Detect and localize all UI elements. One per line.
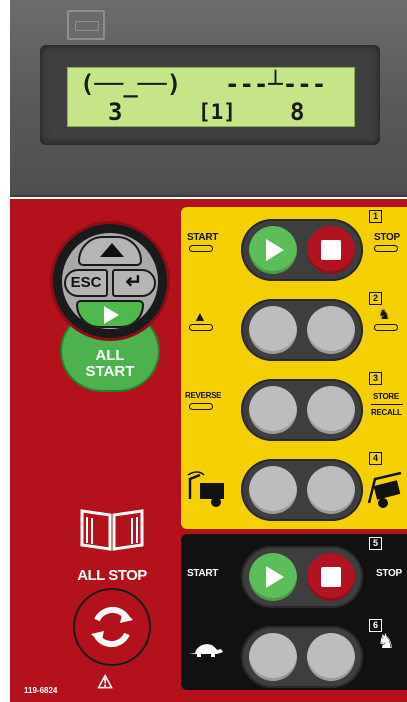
fast-button[interactable] — [307, 633, 355, 681]
belt-icon — [189, 245, 213, 252]
lcd-line1-left: (──_──) — [80, 70, 182, 98]
reverse-button[interactable] — [249, 386, 297, 434]
group-number-5: 5 — [369, 537, 382, 550]
part-code: 119-6824 — [24, 686, 58, 695]
start-button[interactable] — [249, 226, 297, 274]
lcd-value-right: 8 — [290, 98, 305, 126]
belt-icon — [189, 403, 213, 410]
trailer-lower-icon — [187, 471, 224, 507]
reverse-label: REVERSE — [185, 391, 222, 400]
stop-button[interactable] — [307, 226, 355, 274]
rabbit-icon: ♞ — [377, 631, 395, 653]
store-label: STORE — [373, 392, 399, 401]
up-arrow-button[interactable] — [78, 236, 142, 266]
rotate-arrows-icon — [91, 606, 133, 648]
display-housing: (──_──) ---┴--- 3 [1] 8 — [10, 0, 407, 197]
lcd-display: (──_──) ---┴--- 3 [1] 8 — [67, 67, 355, 127]
group-number-1: 1 — [369, 210, 382, 223]
store-recall-button[interactable] — [307, 386, 355, 434]
stop-label: STOP — [376, 568, 402, 579]
button-pair-4 — [241, 459, 363, 521]
warning-icon: ⚠ — [97, 672, 114, 692]
turtle-icon: ▲ — [193, 308, 207, 324]
group-number-4: 4 — [369, 452, 382, 465]
esc-button[interactable]: ESC — [64, 269, 108, 297]
slow-button[interactable] — [249, 633, 297, 681]
start-label: START — [187, 568, 219, 579]
control-panel: (──_──) ---┴--- 3 [1] 8 ESC ↵ ALL START … — [10, 0, 407, 702]
lcd-line1-right: ---┴--- — [225, 70, 327, 98]
group-number-3: 3 — [369, 372, 382, 385]
play-button[interactable] — [76, 300, 144, 328]
nav-cluster: ESC ↵ — [53, 224, 167, 338]
button-pair-3 — [241, 379, 363, 441]
manual-book-icon — [80, 509, 144, 551]
lcd-value-mid: [1] — [198, 100, 236, 124]
nav-pad: ESC ↵ — [62, 233, 158, 329]
all-start-label: ALL START — [62, 348, 158, 380]
start-label: START — [187, 232, 219, 243]
group-number-2: 2 — [369, 292, 382, 305]
trailer-raise-icon — [367, 471, 402, 508]
button-pair-5 — [241, 546, 363, 608]
stop-label: STOP — [374, 232, 400, 243]
turtle-icon — [189, 644, 223, 657]
raise-button[interactable] — [307, 466, 355, 514]
all-stop-label: ALL STOP — [77, 567, 147, 584]
start-button[interactable] — [249, 553, 297, 601]
divider — [371, 404, 403, 405]
button-pair-2 — [241, 299, 363, 361]
enter-button[interactable]: ↵ — [112, 269, 156, 297]
all-start-text: ALL START — [85, 347, 135, 380]
rabbit-icon: ♞ — [378, 306, 391, 322]
recall-label: RECALL — [371, 408, 402, 417]
logo-icon — [67, 10, 105, 40]
black-section: 5 START STOP 6 ♞ — [181, 534, 407, 690]
lcd-value-left: 3 — [108, 98, 123, 126]
belt-icon — [374, 324, 398, 331]
yellow-section: 1 START STOP 2 ▲ ♞ 3 REVERSE STORE RECAL… — [181, 207, 407, 529]
slow-button[interactable] — [249, 306, 297, 354]
button-pair-6 — [241, 626, 363, 688]
belt-icon — [374, 245, 398, 252]
button-pair-1 — [241, 219, 363, 281]
all-stop-button[interactable] — [73, 588, 151, 666]
belt-icon — [189, 324, 213, 331]
fast-button[interactable] — [307, 306, 355, 354]
stop-button[interactable] — [307, 553, 355, 601]
lower-button[interactable] — [249, 466, 297, 514]
